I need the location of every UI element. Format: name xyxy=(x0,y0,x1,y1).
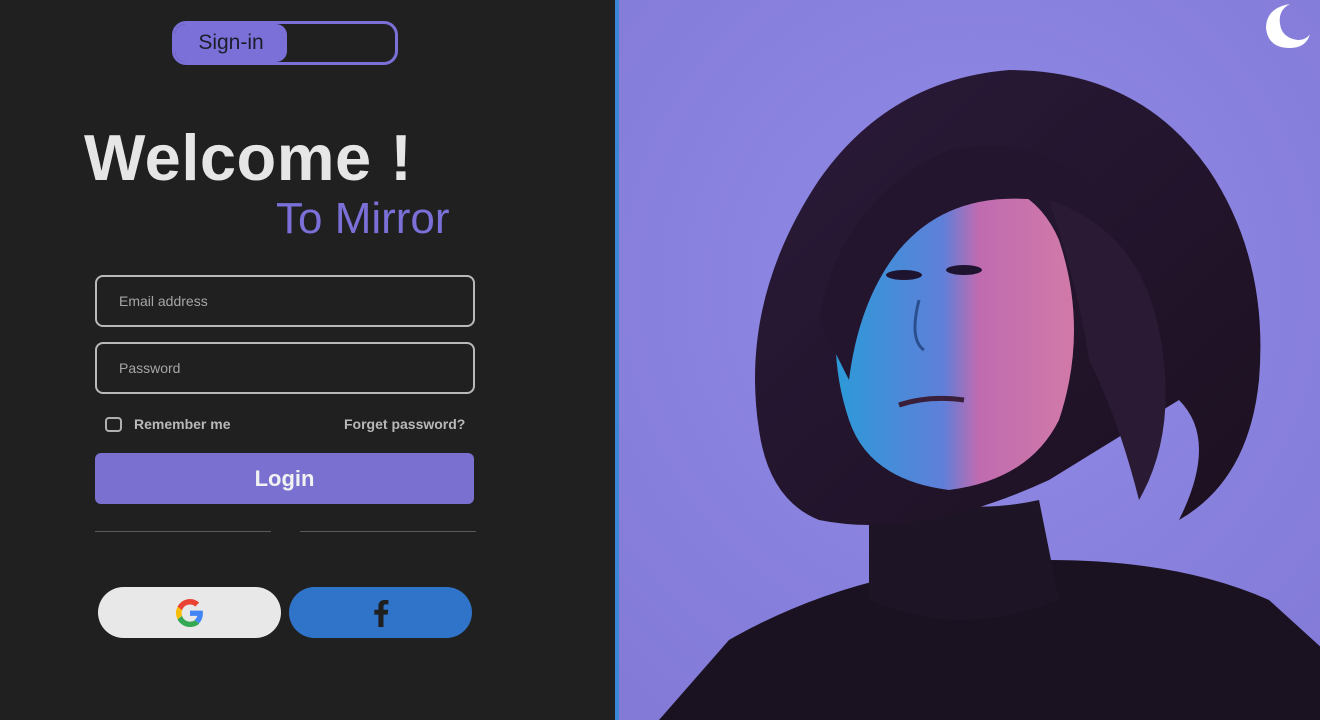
remember-me[interactable]: Remember me xyxy=(105,416,231,432)
divider-right xyxy=(300,531,476,532)
hero-panel xyxy=(615,0,1320,720)
welcome-title: Welcome ! xyxy=(84,121,413,194)
google-login-button[interactable] xyxy=(98,587,281,638)
welcome-subtitle: To Mirror xyxy=(276,194,450,243)
remember-checkbox[interactable] xyxy=(105,416,122,432)
portrait-image xyxy=(619,0,1320,720)
login-panel: Sign-in Welcome ! To Mirror Remember me … xyxy=(0,0,615,720)
signin-toggle[interactable]: Sign-in xyxy=(172,21,398,65)
remember-label: Remember me xyxy=(134,416,231,432)
google-icon xyxy=(175,598,203,627)
moon-icon xyxy=(1266,4,1310,48)
toggle-knob-label: Sign-in xyxy=(175,24,287,62)
theme-toggle-button[interactable] xyxy=(1264,2,1312,50)
facebook-icon xyxy=(373,599,388,627)
divider-left xyxy=(95,531,271,532)
facebook-login-button[interactable] xyxy=(289,587,472,638)
password-field[interactable] xyxy=(95,342,475,394)
login-button[interactable]: Login xyxy=(95,453,474,504)
forget-password-link[interactable]: Forget password? xyxy=(344,416,465,432)
email-field[interactable] xyxy=(95,275,475,327)
